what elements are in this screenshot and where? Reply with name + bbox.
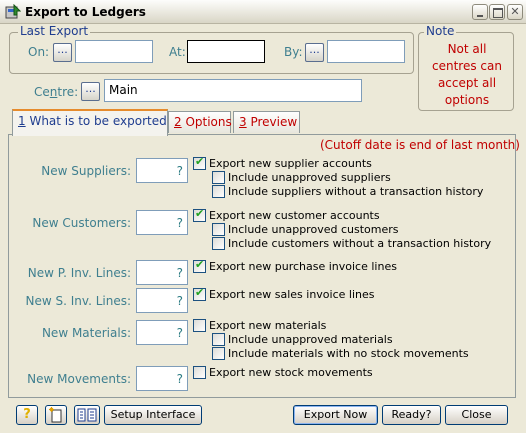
help-button[interactable]: ?: [16, 405, 38, 425]
new-customers-label: New Customers:: [32, 216, 131, 230]
new-movements-label: New Movements:: [27, 372, 131, 386]
include-suppliers-no-history-checkbox[interactable]: [212, 185, 225, 198]
checkbox-label: Export new purchase invoice lines: [209, 260, 397, 273]
checkbox-label: Include unapproved materials: [228, 333, 393, 346]
new-button[interactable]: [45, 405, 67, 425]
centre-label: Centre:: [34, 85, 79, 99]
layout-button[interactable]: [74, 405, 100, 425]
export-sales-invoice-lines-checkbox[interactable]: [193, 286, 206, 301]
last-export-legend: Last Export: [18, 24, 91, 38]
minimize-button[interactable]: [472, 4, 488, 20]
checkbox-label: Include unapproved suppliers: [228, 171, 391, 184]
new-suppliers-count[interactable]: ?: [136, 158, 188, 183]
checkbox-label: Export new materials: [209, 319, 327, 332]
close-window-button[interactable]: ✕: [507, 4, 523, 20]
include-customers-no-history-checkbox[interactable]: [212, 237, 225, 250]
note-group: Note Not all centres can accept all opti…: [418, 24, 515, 111]
include-materials-no-movements-checkbox[interactable]: [212, 347, 225, 360]
by-user-field[interactable]: [327, 40, 405, 63]
new-customers-count[interactable]: ?: [136, 210, 188, 235]
export-purchase-invoice-lines-checkbox[interactable]: [193, 258, 206, 273]
new-sales-invoice-lines-label: New S. Inv. Lines:: [25, 294, 131, 308]
include-unapproved-materials-checkbox[interactable]: [212, 333, 225, 346]
checkbox-label: Export new stock movements: [209, 366, 373, 379]
checkbox-label: Export new supplier accounts: [209, 157, 372, 170]
export-supplier-accounts-checkbox[interactable]: [193, 155, 206, 170]
new-movements-count[interactable]: ?: [136, 366, 188, 391]
new-document-icon: [49, 407, 62, 423]
layout-icon: [77, 408, 97, 422]
new-purchase-invoice-lines-label: New P. Inv. Lines:: [27, 266, 131, 280]
title-bar: Export to Ledgers ✕: [0, 0, 526, 24]
on-label: On:: [28, 45, 50, 59]
note-line: centres can: [432, 59, 502, 73]
at-label: At:: [169, 45, 186, 59]
note-line: accept all: [437, 76, 497, 90]
note-text: Not all centres can accept all options: [419, 41, 515, 109]
app-icon: [5, 4, 21, 19]
centre-picker-button[interactable]: ...: [81, 82, 100, 101]
centre-field[interactable]: Main: [104, 79, 362, 102]
close-button[interactable]: Close: [445, 405, 508, 425]
note-line: options: [444, 93, 490, 107]
setup-interface-button[interactable]: Setup Interface: [104, 405, 202, 425]
new-sales-invoice-lines-count[interactable]: ?: [136, 288, 188, 313]
export-materials-checkbox[interactable]: [193, 319, 206, 332]
ready-button[interactable]: Ready?: [382, 405, 441, 425]
on-picker-button[interactable]: ...: [53, 43, 72, 62]
include-unapproved-customers-checkbox[interactable]: [212, 223, 225, 236]
note-legend: Note: [424, 24, 457, 38]
include-unapproved-suppliers-checkbox[interactable]: [212, 171, 225, 184]
tab-options[interactable]: 2 Options: [168, 111, 232, 133]
note-line: Not all: [447, 42, 487, 56]
export-stock-movements-checkbox[interactable]: [193, 366, 206, 379]
checkbox-label: Include materials with no stock movement…: [228, 347, 469, 360]
question-icon: ?: [23, 407, 31, 422]
checkbox-label: Include customers without a transaction …: [228, 237, 492, 250]
by-picker-button[interactable]: ...: [305, 43, 324, 62]
by-label: By:: [284, 45, 303, 59]
checkbox-label: Export new customer accounts: [209, 209, 380, 222]
new-materials-count[interactable]: ?: [136, 320, 188, 345]
tab-preview[interactable]: 3 Preview: [233, 111, 300, 133]
new-suppliers-label: New Suppliers:: [41, 164, 131, 178]
on-date-field[interactable]: [75, 40, 153, 63]
new-materials-label: New Materials:: [41, 326, 131, 340]
export-now-button[interactable]: Export Now: [293, 405, 378, 425]
window-title: Export to Ledgers: [25, 5, 146, 19]
at-time-field[interactable]: [187, 40, 265, 63]
checkbox-label: Include suppliers without a transaction …: [228, 185, 484, 198]
export-customer-accounts-checkbox[interactable]: [193, 207, 206, 222]
checkbox-label: Include unapproved customers: [228, 223, 399, 236]
tab-what-is-exported[interactable]: 1 What is to be exported: [12, 109, 168, 136]
cutoff-note: (Cutoff date is end of last month): [320, 138, 520, 152]
checkbox-label: Export new sales invoice lines: [209, 288, 375, 301]
maximize-button[interactable]: [489, 4, 505, 20]
new-purchase-invoice-lines-count[interactable]: ?: [136, 260, 188, 285]
